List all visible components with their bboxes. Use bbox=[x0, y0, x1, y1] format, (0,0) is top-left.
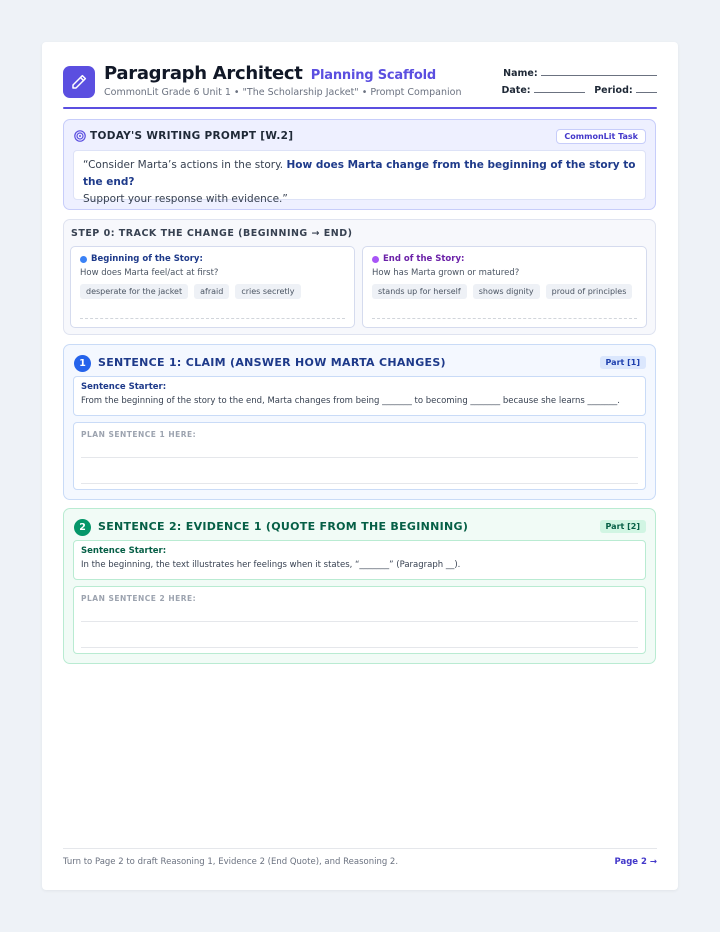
end-question: How has Marta grown or matured? bbox=[372, 268, 520, 278]
end-answer-line[interactable] bbox=[372, 318, 637, 319]
prompt-text-intro: “Consider Marta’s actions in the story. bbox=[83, 159, 284, 171]
date-label: Date: bbox=[501, 85, 531, 96]
beginning-title-text: Beginning of the Story: bbox=[91, 254, 203, 264]
writing-line bbox=[81, 647, 638, 648]
worksheet-page: Paragraph Architect Planning Scaffold Co… bbox=[42, 42, 678, 890]
sentence2-part-badge: Part [2] bbox=[599, 520, 646, 533]
sentence1-starter-label: Sentence Starter: bbox=[81, 382, 167, 392]
sentence2-title: SENTENCE 2: EVIDENCE 1 (QUOTE FROM THE B… bbox=[98, 520, 469, 533]
chip: stands up for herself bbox=[372, 284, 467, 299]
end-column: End of the Story: How has Marta grown or… bbox=[362, 246, 647, 328]
writing-line bbox=[81, 621, 638, 622]
writing-line bbox=[81, 457, 638, 458]
sentence1-part-badge: Part [1] bbox=[599, 356, 646, 369]
prompt-header: TODAY'S WRITING PROMPT [W.2] bbox=[74, 130, 293, 142]
period-line[interactable] bbox=[636, 83, 657, 93]
chip: afraid bbox=[194, 284, 230, 299]
beginning-chips: desperate for the jacket afraid cries se… bbox=[80, 284, 301, 299]
chip: desperate for the jacket bbox=[80, 284, 189, 299]
beginning-title: Beginning of the Story: bbox=[80, 254, 203, 264]
name-label: Name: bbox=[503, 68, 538, 79]
sentence2-plan-label: PLAN SENTENCE 2 HERE: bbox=[81, 594, 197, 603]
sentence2-starter-label: Sentence Starter: bbox=[81, 546, 167, 556]
step0-title: STEP 0: TRACK THE CHANGE (BEGINNING → EN… bbox=[71, 228, 353, 239]
chip: cries secretly bbox=[235, 284, 301, 299]
sentence1-plan-area[interactable]: PLAN SENTENCE 1 HERE: bbox=[73, 422, 646, 490]
beginning-answer-line[interactable] bbox=[80, 318, 345, 319]
footer-divider bbox=[63, 848, 657, 849]
page-title: Paragraph Architect Planning Scaffold bbox=[104, 63, 436, 84]
prompt-text-end: Support your response with evidence.” bbox=[83, 193, 288, 205]
sentence1-starter-text: From the beginning of the story to the e… bbox=[81, 396, 620, 406]
name-field[interactable]: Name: bbox=[503, 66, 657, 79]
end-title: End of the Story: bbox=[372, 254, 464, 264]
sentence2-starter: Sentence Starter: In the beginning, the … bbox=[73, 540, 646, 580]
step0-track-change: STEP 0: TRACK THE CHANGE (BEGINNING → EN… bbox=[63, 219, 656, 335]
date-period-fields: Date: Period: bbox=[501, 83, 657, 96]
period-label: Period: bbox=[594, 85, 633, 96]
title-main: Paragraph Architect bbox=[104, 63, 303, 84]
purple-dot-icon bbox=[372, 255, 379, 263]
sentence1-starter: Sentence Starter: From the beginning of … bbox=[73, 376, 646, 416]
writing-prompt-box: TODAY'S WRITING PROMPT [W.2] CommonLit T… bbox=[63, 119, 656, 210]
sentence1-plan-label: PLAN SENTENCE 1 HERE: bbox=[81, 430, 197, 439]
target-icon bbox=[74, 130, 86, 142]
sentence2-box: 2 SENTENCE 2: EVIDENCE 1 (QUOTE FROM THE… bbox=[63, 508, 656, 664]
beginning-question: How does Marta feel/act at first? bbox=[80, 268, 219, 278]
writing-line bbox=[81, 483, 638, 484]
header-divider bbox=[63, 107, 657, 109]
prompt-text: “Consider Marta’s actions in the story. … bbox=[73, 150, 646, 205]
sentence2-starter-text: In the beginning, the text illustrates h… bbox=[81, 560, 461, 570]
sentence2-number: 2 bbox=[74, 519, 91, 536]
sentence1-box: 1 SENTENCE 1: CLAIM (ANSWER HOW MARTA CH… bbox=[63, 344, 656, 500]
title-subtitle: Planning Scaffold bbox=[310, 68, 436, 83]
chip: proud of principles bbox=[545, 284, 633, 299]
sentence1-number: 1 bbox=[74, 355, 91, 372]
pencil-icon bbox=[63, 66, 95, 98]
name-line[interactable] bbox=[541, 66, 657, 76]
commonlit-task-badge: CommonLit Task bbox=[556, 129, 646, 144]
date-line[interactable] bbox=[533, 83, 585, 93]
footer-instructions: Turn to Page 2 to draft Reasoning 1, Evi… bbox=[63, 857, 399, 867]
course-subtitle: CommonLit Grade 6 Unit 1 • "The Scholars… bbox=[104, 87, 462, 98]
sentence2-plan-area[interactable]: PLAN SENTENCE 2 HERE: bbox=[73, 586, 646, 654]
sentence1-title: SENTENCE 1: CLAIM (ANSWER HOW MARTA CHAN… bbox=[98, 356, 446, 369]
prompt-title: TODAY'S WRITING PROMPT [W.2] bbox=[90, 130, 294, 142]
beginning-column: Beginning of the Story: How does Marta f… bbox=[70, 246, 355, 328]
end-title-text: End of the Story: bbox=[383, 254, 465, 264]
blue-dot-icon bbox=[80, 255, 87, 263]
next-page-link[interactable]: Page 2 → bbox=[614, 857, 657, 867]
chip: shows dignity bbox=[472, 284, 540, 299]
end-chips: stands up for herself shows dignity prou… bbox=[372, 284, 633, 299]
